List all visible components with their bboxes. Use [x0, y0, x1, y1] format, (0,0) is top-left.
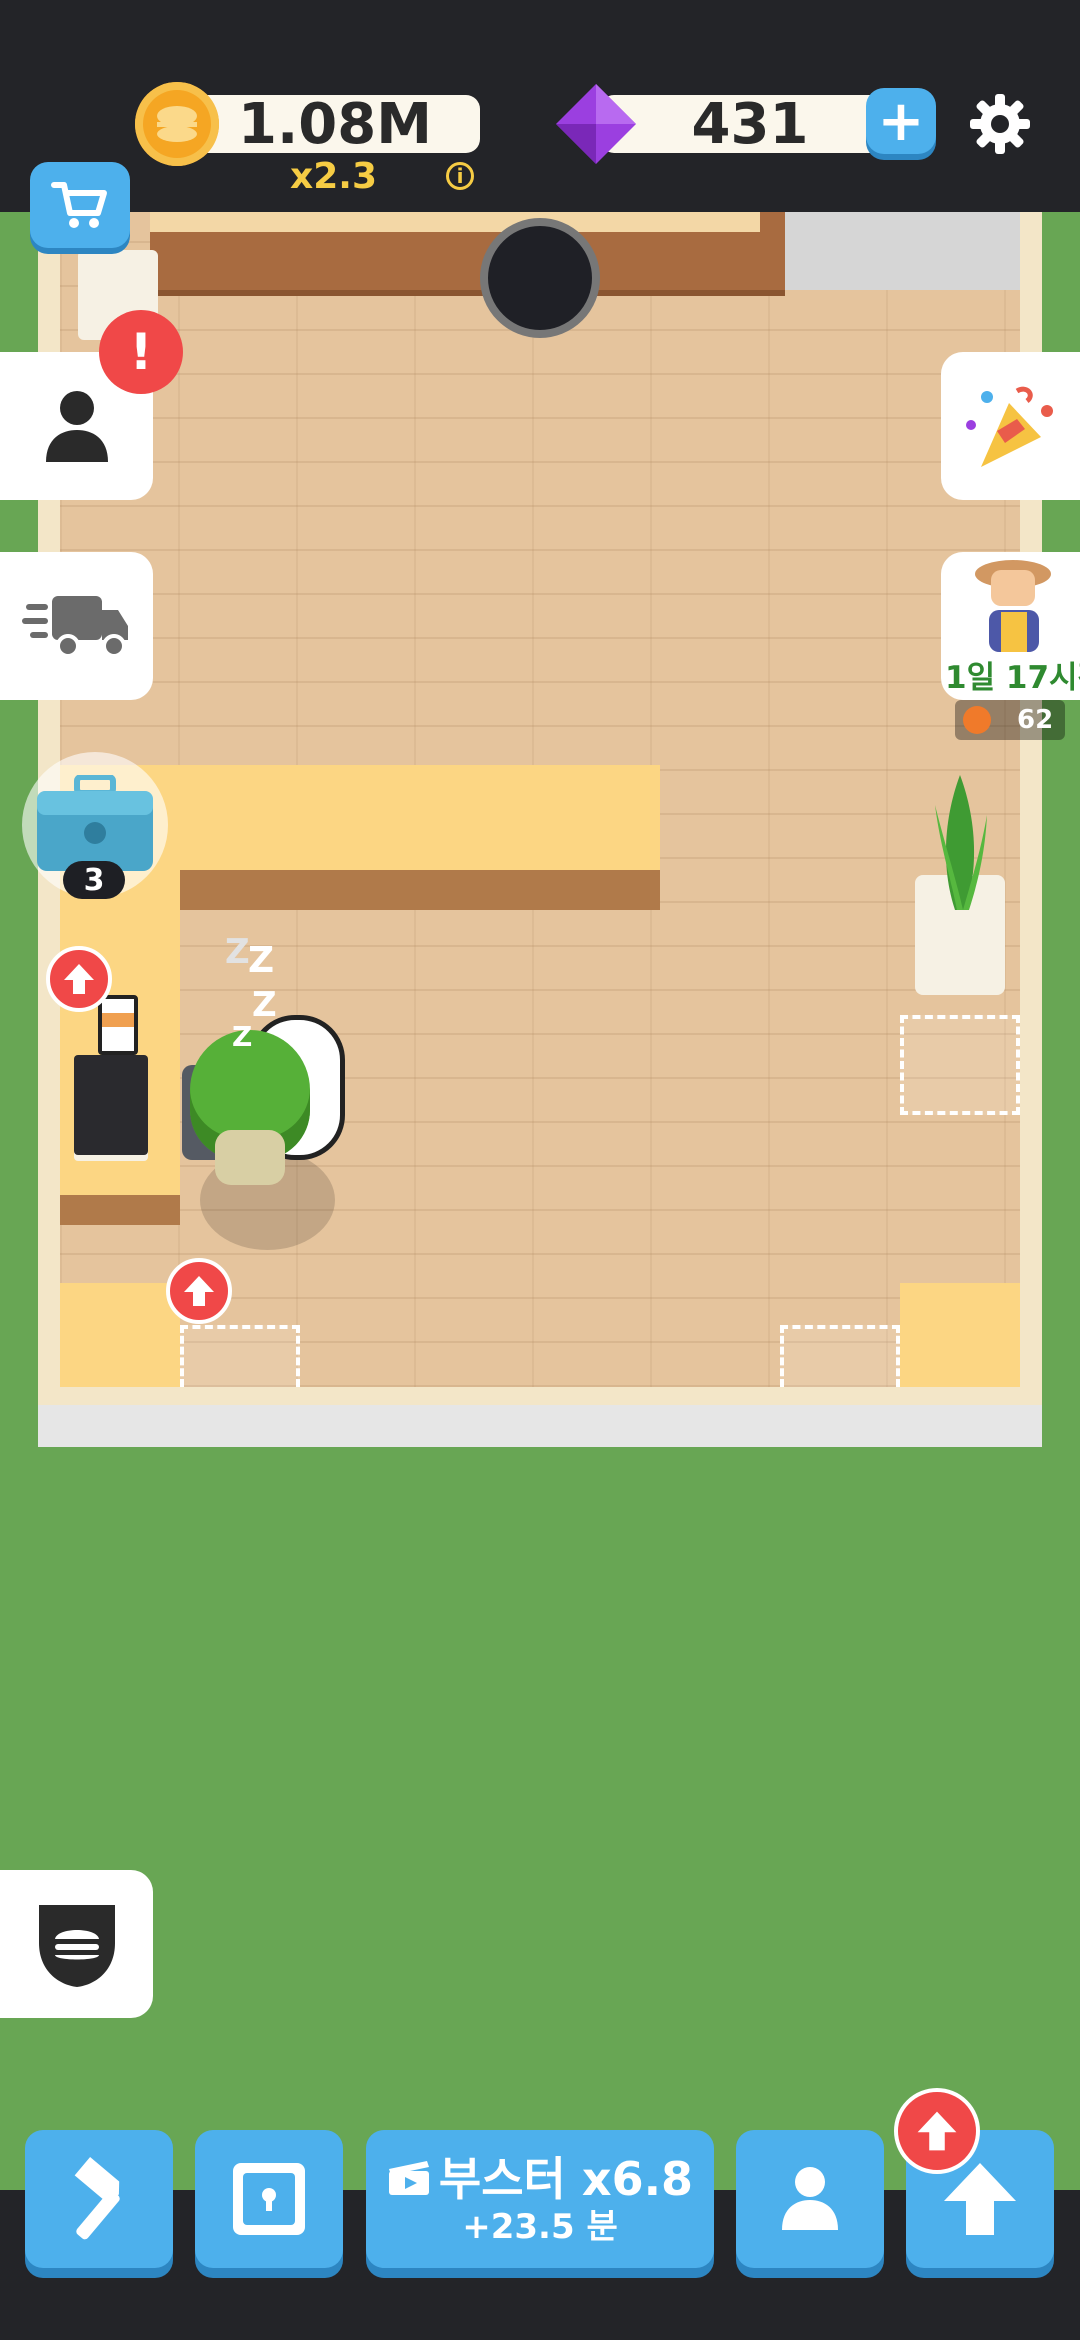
staff-body	[215, 1130, 285, 1185]
back-wall-window	[785, 212, 1020, 290]
delivery-button[interactable]	[0, 552, 153, 700]
staff-user-icon	[782, 2167, 838, 2230]
gem-counter: 431	[600, 92, 900, 157]
video-ad-icon	[388, 2161, 429, 2195]
bottom-right-table	[900, 1283, 1020, 1387]
orb-counter: 62	[955, 700, 1065, 740]
party-popper-icon	[965, 386, 1053, 467]
coffee-upgrade-button[interactable]	[46, 946, 112, 1012]
orange-orb-icon	[963, 706, 991, 734]
gem-icon	[552, 80, 640, 168]
vault-button[interactable]	[195, 2130, 343, 2268]
coffee-machine[interactable]	[74, 1055, 148, 1155]
event-timer: 1일 17시간	[945, 660, 1080, 696]
booster-button[interactable]: 부스터 x6.8 +23.5 분	[366, 2130, 714, 2268]
staff-button[interactable]	[736, 2130, 884, 2268]
counter-side-front	[60, 1195, 180, 1225]
back-counter-top	[150, 212, 760, 232]
counter-top	[180, 765, 660, 870]
potted-plant-leaves	[925, 775, 995, 910]
toolbox-count-badge: 3	[63, 861, 125, 899]
counter-front	[180, 870, 660, 910]
sleep-z-2: Z	[248, 940, 275, 981]
burger-menu-button[interactable]	[0, 1870, 153, 2018]
bottom-left-table	[60, 1283, 180, 1387]
sleep-z-1: Z	[225, 932, 250, 972]
settings-gear-icon[interactable]	[966, 90, 1034, 158]
sleep-z-4: Z	[232, 1020, 253, 1053]
slot-upgrade-button[interactable]	[166, 1258, 232, 1324]
hammer-icon	[74, 2157, 120, 2240]
coin-amount: 1.08M	[238, 91, 432, 157]
empty-slot-right[interactable]	[900, 1015, 1020, 1115]
booster-label: 부스터 x6.8	[438, 2152, 694, 2206]
safe-icon	[233, 2163, 305, 2235]
orb-count: 62	[1017, 705, 1054, 735]
add-gems-button[interactable]: +	[866, 88, 936, 154]
coin-counter: 1.08M	[190, 92, 480, 157]
empty-slot-bottom-left[interactable]	[180, 1325, 300, 1387]
gem-amount: 431	[691, 91, 809, 157]
info-icon[interactable]: i	[446, 162, 474, 190]
profile-alert-badge: !	[99, 310, 183, 394]
sleep-z-3: Z	[252, 985, 277, 1025]
party-event-button[interactable]	[941, 352, 1080, 500]
booster-time: +23.5 분	[462, 2207, 618, 2247]
user-icon	[45, 391, 108, 462]
upgrade-alert-badge	[894, 2088, 980, 2174]
income-multiplier: x2.3	[290, 156, 377, 197]
burger-shield-icon	[38, 1905, 115, 1987]
toolbox-icon	[37, 775, 153, 871]
build-hammer-button[interactable]	[25, 2130, 173, 2268]
coin-icon	[135, 82, 219, 166]
room-base-edge	[38, 1405, 1042, 1447]
farmer-character-icon	[975, 560, 1051, 652]
delivery-truck-icon	[21, 596, 128, 658]
shop-cart-button[interactable]	[30, 162, 130, 248]
coffee-cup-icon	[98, 995, 138, 1055]
service-hole[interactable]	[480, 218, 600, 338]
event-character-button[interactable]: 1일 17시간	[941, 552, 1080, 700]
empty-slot-bottom-right[interactable]	[780, 1325, 900, 1387]
